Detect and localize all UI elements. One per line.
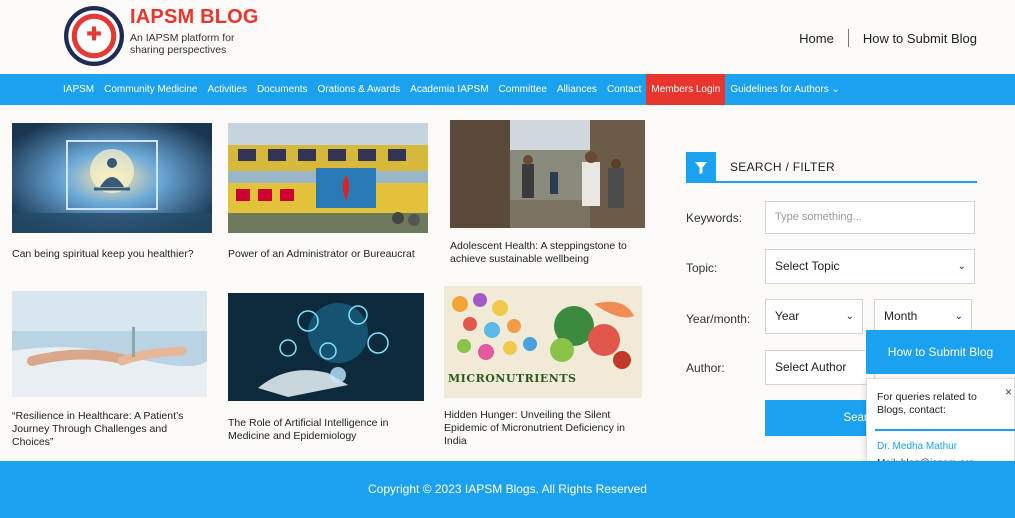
search-filter-header: SEARCH / FILTER [686, 152, 977, 183]
filter-icon [686, 152, 716, 183]
how-to-submit-popup-button[interactable]: How to Submit Blog [866, 330, 1015, 374]
article-thumb-ai[interactable] [228, 293, 424, 401]
nav-item-guidelines[interactable]: Guidelines for Authors ⌄ [725, 74, 845, 105]
brand-subtitle: An IAPSM platform for sharing perspectiv… [130, 32, 235, 56]
author-select-value: Select Author [775, 360, 847, 374]
article-thumb-micronutrients[interactable]: MICRONUTRIENTS [444, 286, 642, 398]
chevron-down-icon: ⌄ [957, 261, 966, 272]
author-select[interactable]: Select Author [765, 350, 875, 385]
nav-item-activities[interactable]: Activities [203, 74, 252, 105]
year-select[interactable]: Year ⌄ [765, 299, 863, 334]
nav-item-iapsm[interactable]: IAPSM [58, 74, 99, 105]
nav-item-academia[interactable]: Academia IAPSM [405, 74, 493, 105]
chevron-down-icon: ⌄ [954, 311, 963, 322]
nav-submit-link[interactable]: How to Submit Blog [863, 31, 977, 46]
close-icon[interactable]: × [1005, 385, 1012, 399]
logo-emblem-icon: ✚ [86, 24, 102, 44]
nav-item-community-medicine[interactable]: Community Medicine [99, 74, 202, 105]
keywords-label: Keywords: [686, 211, 743, 225]
nav-item-documents[interactable]: Documents [252, 74, 313, 105]
nav-item-orations-awards[interactable]: Orations & Awards [313, 74, 406, 105]
yearmonth-label: Year/month: [686, 312, 751, 326]
article-title-micronutrients[interactable]: Hidden Hunger: Unveiling the Silent Epid… [444, 409, 644, 448]
site-header: ✚ IAPSM BLOG An IAPSM platform for shari… [0, 0, 1015, 74]
popup-query-text: For queries related to Blogs, contact: [877, 391, 977, 416]
article-title-adolescent[interactable]: Adolescent Health: A steppingstone to ac… [450, 240, 655, 266]
article-thumb-administrator[interactable] [228, 123, 428, 233]
author-label: Author: [686, 361, 725, 375]
year-select-value: Year [775, 309, 800, 323]
iapsm-logo[interactable]: ✚ [64, 6, 124, 66]
search-filter-title: SEARCH / FILTER [730, 160, 835, 174]
popup-divider [875, 429, 1015, 431]
nav-home-link[interactable]: Home [799, 31, 834, 46]
micronutrients-image-label: MICRONUTRIENTS [448, 372, 577, 385]
keywords-input[interactable]: Type something... [765, 201, 975, 234]
article-thumb-adolescent[interactable] [450, 120, 645, 228]
nav-item-committee[interactable]: Committee [494, 74, 552, 105]
popup-contact-name[interactable]: Dr. Medha Mathur [877, 441, 957, 452]
topic-label: Topic: [686, 261, 718, 275]
chevron-down-icon: ⌄ [845, 311, 854, 322]
main-nav: IAPSM Community Medicine Activities Docu… [0, 74, 1015, 105]
month-select[interactable]: Month ⌄ [874, 299, 972, 334]
nav-divider [847, 29, 849, 47]
topic-select[interactable]: Select Topic ⌄ [765, 249, 975, 284]
nav-item-members-login[interactable]: Members Login [646, 74, 726, 105]
topic-select-value: Select Topic [775, 259, 840, 273]
site-footer: Copyright © 2023 IAPSM Blogs. All Rights… [0, 461, 1015, 518]
article-title-spiritual[interactable]: Can being spiritual keep you healthier? [12, 248, 202, 261]
nav-item-contact[interactable]: Contact [602, 74, 646, 105]
article-thumb-spiritual[interactable] [12, 123, 212, 233]
brand-title[interactable]: IAPSM BLOG [130, 6, 259, 29]
nav-item-alliances[interactable]: Alliances [552, 74, 602, 105]
month-select-value: Month [884, 309, 918, 323]
top-nav: Home How to Submit Blog [799, 29, 977, 47]
article-thumb-resilience[interactable] [12, 291, 207, 397]
article-title-resilience[interactable]: “Resilience in Healthcare: A Patient’s J… [12, 410, 207, 449]
article-title-administrator[interactable]: Power of an Administrator or Bureaucrat [228, 248, 418, 261]
article-title-ai[interactable]: The Role of Artificial Intelligence in M… [228, 417, 423, 443]
